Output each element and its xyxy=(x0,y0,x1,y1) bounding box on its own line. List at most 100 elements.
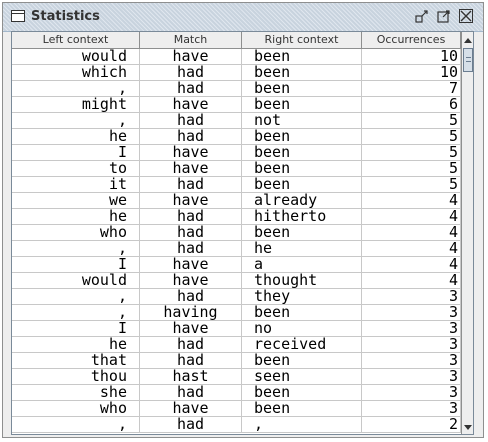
cell-left-context: , xyxy=(12,417,140,432)
column-header-occurrences[interactable]: Occurrences xyxy=(362,32,461,48)
cell-left-context: I xyxy=(12,257,140,272)
table-row[interactable]: would have been 10 xyxy=(12,49,461,65)
cell-match: had xyxy=(140,337,242,352)
window-icon xyxy=(11,10,25,22)
column-header-left-context[interactable]: Left context xyxy=(12,32,140,48)
maximize-icon[interactable] xyxy=(437,9,451,23)
table-row[interactable]: , had they 3 xyxy=(12,289,461,305)
table-row[interactable]: , had he 4 xyxy=(12,241,461,257)
cell-occurrences: 3 xyxy=(362,305,461,320)
column-header-right-context[interactable]: Right context xyxy=(242,32,362,48)
cell-left-context: who xyxy=(12,401,140,416)
table-row[interactable]: , had not 5 xyxy=(12,113,461,129)
arrow-down-icon[interactable] xyxy=(462,420,473,434)
table-row[interactable]: which had been 10 xyxy=(12,65,461,81)
cell-occurrences: 10 xyxy=(362,65,461,80)
cell-left-context: it xyxy=(12,177,140,192)
table-row[interactable]: to have been 5 xyxy=(12,161,461,177)
cell-left-context: would xyxy=(12,273,140,288)
cell-right-context: seen xyxy=(242,369,362,384)
cell-right-context: been xyxy=(242,161,362,176)
minimize-icon[interactable] xyxy=(415,9,429,23)
cell-match: have xyxy=(140,145,242,160)
cell-left-context: , xyxy=(12,113,140,128)
vertical-scrollbar[interactable] xyxy=(461,32,473,434)
statistics-window: Statistics Left context Match Right cont… xyxy=(2,2,484,438)
cell-right-context: been xyxy=(242,49,362,64)
cell-left-context: might xyxy=(12,97,140,112)
cell-right-context: been xyxy=(242,177,362,192)
cell-left-context: he xyxy=(12,209,140,224)
close-icon[interactable] xyxy=(459,9,473,23)
cell-occurrences: 4 xyxy=(362,257,461,272)
statistics-table[interactable]: Left context Match Right context Occurre… xyxy=(11,31,474,435)
cell-left-context: , xyxy=(12,289,140,304)
cell-left-context: she xyxy=(12,385,140,400)
table-row[interactable]: who had been 4 xyxy=(12,225,461,241)
table-row[interactable]: it had been 5 xyxy=(12,177,461,193)
cell-left-context: who xyxy=(12,225,140,240)
cell-match: had xyxy=(140,289,242,304)
cell-match: had xyxy=(140,241,242,256)
table-row[interactable]: he had received 3 xyxy=(12,337,461,353)
cell-match: have xyxy=(140,161,242,176)
table-row[interactable]: , having been 3 xyxy=(12,305,461,321)
cell-occurrences: 7 xyxy=(362,81,461,96)
table-row[interactable]: Ihave no 3 xyxy=(12,321,461,337)
cell-match: have xyxy=(140,193,242,208)
arrow-up-icon[interactable] xyxy=(462,32,473,46)
cell-right-context: he xyxy=(242,241,362,256)
scrollbar-thumb[interactable] xyxy=(463,48,473,72)
cell-right-context: been xyxy=(242,385,362,400)
cell-right-context: they xyxy=(242,289,362,304)
table-header: Left context Match Right context Occurre… xyxy=(12,32,461,49)
cell-match: had xyxy=(140,385,242,400)
cell-right-context: been xyxy=(242,305,362,320)
cell-match: had xyxy=(140,113,242,128)
table-row[interactable]: he had been 5 xyxy=(12,129,461,145)
column-header-match[interactable]: Match xyxy=(140,32,242,48)
cell-occurrences: 3 xyxy=(362,401,461,416)
cell-occurrences: 4 xyxy=(362,273,461,288)
cell-occurrences: 4 xyxy=(362,193,461,208)
table-row[interactable]: he had hitherto 4 xyxy=(12,209,461,225)
cell-occurrences: 3 xyxy=(362,289,461,304)
table-row[interactable]: might have been 6 xyxy=(12,97,461,113)
cell-right-context: been xyxy=(242,65,362,80)
cell-occurrences: 3 xyxy=(362,385,461,400)
cell-right-context: been xyxy=(242,145,362,160)
cell-occurrences: 4 xyxy=(362,209,461,224)
table-row[interactable]: Ihave been 5 xyxy=(12,145,461,161)
title-bar[interactable]: Statistics xyxy=(3,3,483,32)
window-title: Statistics xyxy=(31,9,100,24)
table-row[interactable]: , had, 2 xyxy=(12,417,461,433)
cell-left-context: would xyxy=(12,49,140,64)
table-row[interactable]: who have been 3 xyxy=(12,401,461,417)
cell-occurrences: 4 xyxy=(362,225,461,240)
cell-match: had xyxy=(140,225,242,240)
cell-match: had xyxy=(140,353,242,368)
cell-occurrences: 3 xyxy=(362,353,461,368)
cell-match: had xyxy=(140,81,242,96)
cell-occurrences: 3 xyxy=(362,321,461,336)
cell-right-context: not xyxy=(242,113,362,128)
cell-occurrences: 3 xyxy=(362,369,461,384)
cell-match: have xyxy=(140,321,242,336)
cell-right-context: hitherto xyxy=(242,209,362,224)
cell-right-context: been xyxy=(242,401,362,416)
table-row[interactable]: we have already 4 xyxy=(12,193,461,209)
cell-occurrences: 10 xyxy=(362,49,461,64)
table-row[interactable]: Ihave a 4 xyxy=(12,257,461,273)
cell-match: had xyxy=(140,209,242,224)
cell-left-context: I xyxy=(12,321,140,336)
cell-match: had xyxy=(140,417,242,432)
table-row[interactable]: thou hast seen 3 xyxy=(12,369,461,385)
cell-left-context: that xyxy=(12,353,140,368)
cell-right-context: received xyxy=(242,337,362,352)
table-row[interactable]: would have thought 4 xyxy=(12,273,461,289)
cell-match: have xyxy=(140,49,242,64)
table-row[interactable]: , had been 7 xyxy=(12,81,461,97)
cell-match: have xyxy=(140,257,242,272)
table-row[interactable]: she had been 3 xyxy=(12,385,461,401)
table-row[interactable]: that had been 3 xyxy=(12,353,461,369)
